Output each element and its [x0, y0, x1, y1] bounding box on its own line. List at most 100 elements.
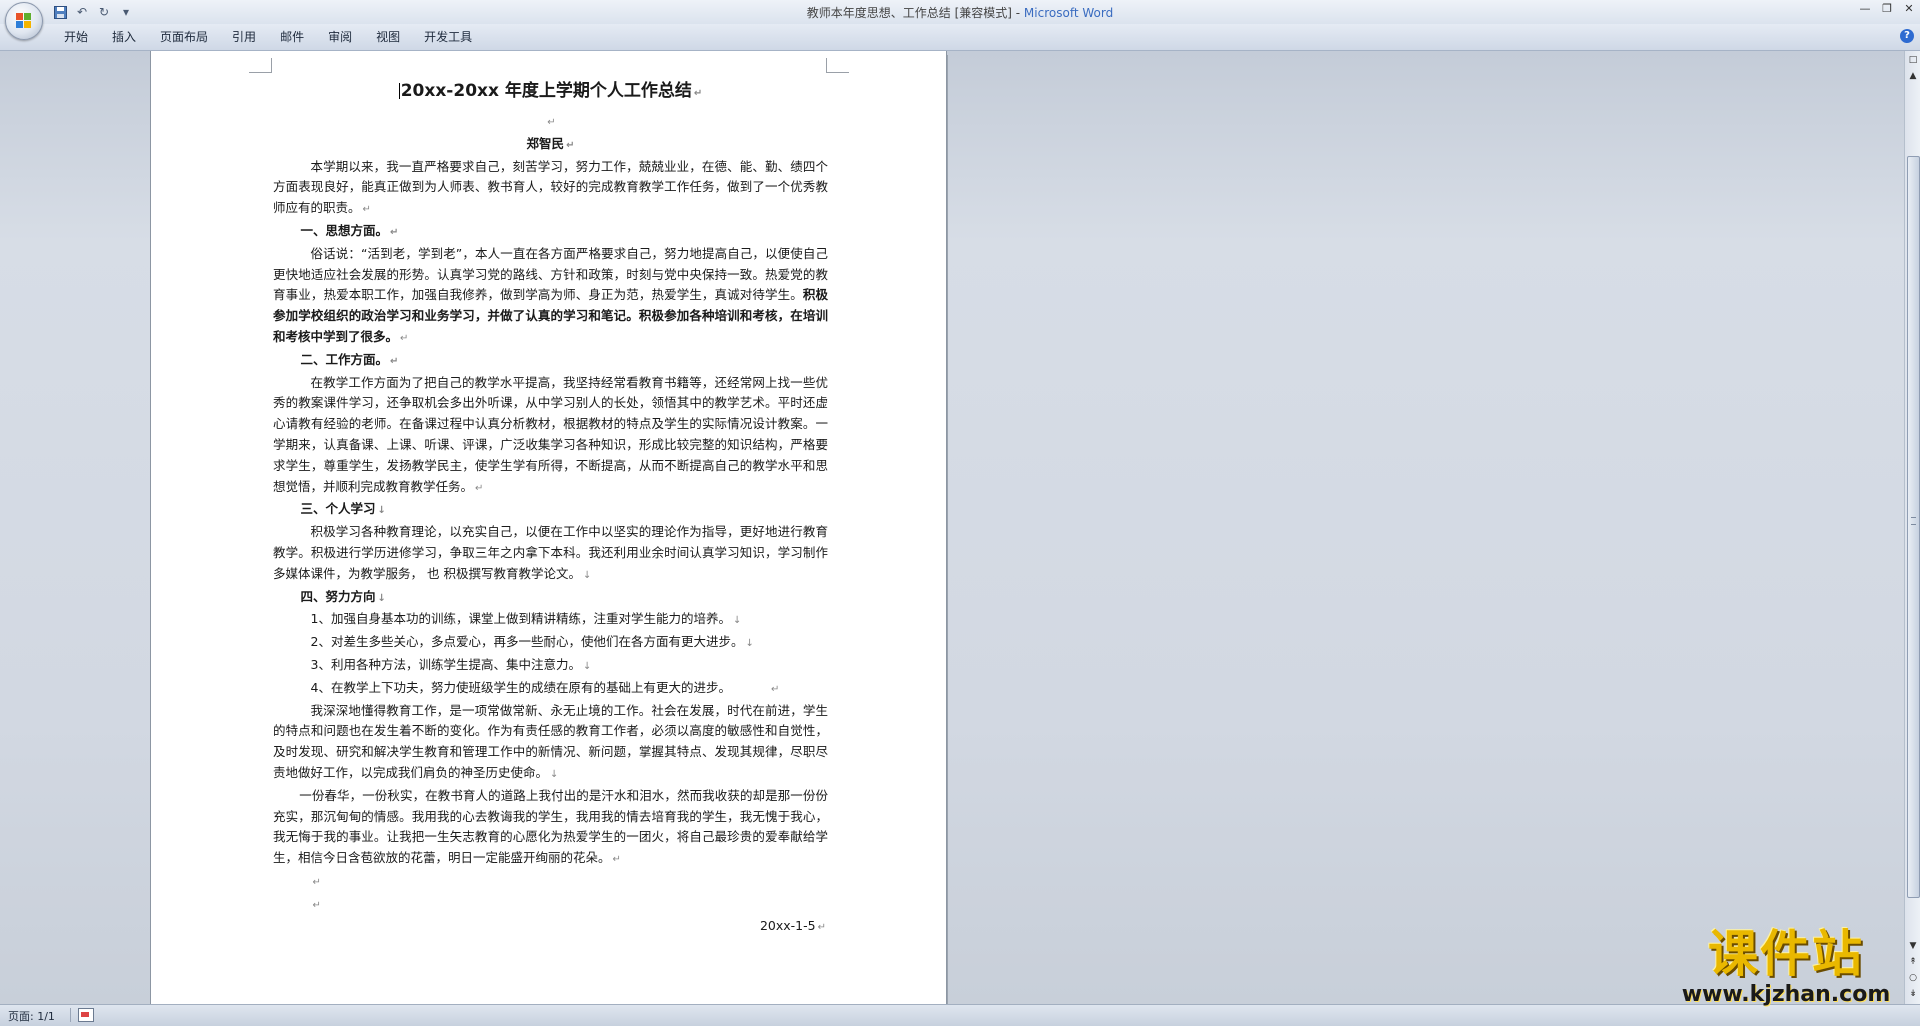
watermark-title: 课件站 — [1708, 925, 1864, 983]
list-item-text: 1、加强自身基本功的训练，课堂上做到精讲精练，注重对学生能力的培养。 — [310, 611, 731, 627]
macro-record-icon[interactable] — [78, 1008, 94, 1022]
list-item-text: 2、对差生多些关心，多点爱心，再多一些耐心，使他们在各方面有更大进步。 — [310, 634, 744, 650]
scroll-down-button[interactable]: ▼ — [1906, 939, 1920, 953]
line-break-mark: ↓ — [377, 505, 386, 517]
section2-paragraph: 在教学工作方面为了把自己的教学水平提高，我坚持经常看教育书籍等，还经常网上找一些… — [273, 373, 828, 500]
ruler-icon: □ — [1908, 55, 1918, 65]
line-break-mark: ↓ — [732, 615, 742, 627]
section1-heading-line: 一、思想方面。 ↵ — [273, 221, 828, 244]
minimize-icon: — — [1859, 2, 1871, 15]
paragraph-mark: ↵ — [362, 204, 371, 216]
section3-heading-line: 三、个人学习 ↓ — [273, 499, 828, 522]
intro-text: 本学期以来，我一直严格要求自己，刻苦学习，努力工作，兢兢业业，在德、能、勤、绩四… — [273, 158, 828, 216]
office-button[interactable] — [5, 2, 43, 40]
line-break-mark: ↓ — [582, 569, 592, 581]
doc-date: 20xx-1-5 — [759, 918, 816, 934]
grip-icon — [1911, 517, 1916, 525]
tab-references[interactable]: 引用 — [220, 29, 268, 45]
intro-paragraph: 本学期以来，我一直严格要求自己，刻苦学习，努力工作，兢兢业业，在德、能、勤、绩四… — [273, 157, 828, 221]
previous-page-button[interactable]: ↟ — [1906, 955, 1920, 969]
paragraph-mark: ↵ — [612, 854, 621, 866]
close-icon: ✕ — [1904, 2, 1914, 15]
restore-icon: ❐ — [1882, 2, 1892, 15]
status-bar: 页面: 1/1 — [0, 1004, 1920, 1026]
section2-text: 在教学工作方面为了把自己的教学水平提高，我坚持经常看教育书籍等，还经常网上找一些… — [273, 374, 828, 494]
restore-button[interactable]: ❐ — [1880, 2, 1894, 16]
line-break-mark: ↓ — [745, 638, 754, 650]
empty-line: ↵ — [273, 894, 828, 917]
crop-mark-right — [826, 58, 849, 73]
page-count[interactable]: 页面: 1/1 — [8, 1008, 55, 1024]
empty-line: ↵ — [273, 871, 828, 894]
line-break-mark: ↓ — [377, 592, 386, 604]
paragraph-mark: ↵ — [770, 683, 780, 695]
window-controls: — ❐ ✕ — [1858, 2, 1916, 16]
circle-icon: ○ — [1909, 973, 1917, 983]
vertical-scrollbar[interactable]: □ ▲ ▼ ↟ ○ ↡ — [1904, 51, 1920, 1004]
browse-object-button[interactable]: ○ — [1906, 971, 1920, 985]
author-line: 郑智民 ↵ — [273, 134, 828, 157]
empty-line: ↵ — [273, 111, 828, 134]
list-item: 1、加强自身基本功的训练，课堂上做到精讲精练，注重对学生能力的培养。 ↓ — [273, 609, 828, 632]
arrow-down-icon: ▼ — [1909, 941, 1917, 951]
status-divider — [70, 1008, 71, 1022]
section3-paragraph: 积极学习各种教育理论，以充实自己，以便在工作中以坚实的理论作为指导，更好地进行教… — [273, 522, 828, 586]
doc-title: 20xx-20xx 年度上学期个人工作总结 — [400, 81, 692, 101]
list-item-text: 3、利用各种方法，训练学生提高、集中注意力。 — [310, 656, 581, 672]
paragraph-mark: ↵ — [475, 482, 484, 494]
watermark-logo: 课件站 www.kjzhan.com — [1666, 925, 1906, 1007]
next-page-button[interactable]: ↡ — [1906, 987, 1920, 1001]
tab-mailings[interactable]: 邮件 — [268, 29, 316, 45]
tab-page-layout[interactable]: 页面布局 — [148, 29, 220, 45]
section3-heading: 三、个人学习 — [300, 501, 376, 517]
office-logo-icon — [16, 13, 32, 29]
closing-paragraph-1: 我深深地懂得教育工作，是一项常做常新、永无止境的工作。社会在发展，时代在前进，学… — [273, 701, 828, 786]
paragraph-mark: ↵ — [400, 332, 409, 344]
paragraph-mark: ↵ — [312, 899, 321, 911]
paragraph-mark: ↵ — [312, 876, 321, 888]
document-body[interactable]: 20xx-20xx 年度上学期个人工作总结 ↵ ↵ 郑智民 ↵ 本学期以来，我一直严… — [273, 77, 828, 939]
tab-home[interactable]: 开始 — [52, 29, 100, 45]
section3-text: 积极学习各种教育理论，以充实自己，以便在工作中以坚实的理论作为指导，更好地进行教… — [273, 524, 828, 581]
paragraph-mark: ↵ — [547, 117, 556, 128]
section2-heading: 二、工作方面。 — [300, 351, 389, 367]
paragraph-mark: ↵ — [566, 139, 575, 151]
date-line: 20xx-1-5 ↵ — [273, 916, 828, 939]
section4-heading: 四、努力方向 — [300, 588, 376, 604]
title-bar: ↶ ↻ ▾ 教师本年度思想、工作总结 [兼容模式] - Microsoft Wo… — [0, 0, 1920, 40]
tab-review[interactable]: 审阅 — [316, 29, 364, 45]
closing-paragraph-2: 一份春华，一份秋实，在教书育人的道路上我付出的是汗水和泪水，然而我收获的却是那一… — [273, 786, 828, 871]
document-page[interactable]: 20xx-20xx 年度上学期个人工作总结 ↵ ↵ 郑智民 ↵ 本学期以来，我一直严… — [150, 51, 947, 1004]
list-item: 2、对差生多些关心，多点爱心，再多一些耐心，使他们在各方面有更大进步。 ↓ — [273, 632, 828, 655]
closing2-text: 一份春华，一份秋实，在教书育人的道路上我付出的是汗水和泪水，然而我收获的却是那一… — [273, 787, 828, 866]
minimize-button[interactable]: — — [1858, 2, 1872, 16]
list-item: 3、利用各种方法，训练学生提高、集中注意力。 ↓ — [273, 655, 828, 678]
window-title: 教师本年度思想、工作总结 [兼容模式] - Microsoft Word — [0, 4, 1920, 21]
help-button[interactable]: ? — [1900, 29, 1914, 43]
section2-heading-line: 二、工作方面。 ↵ — [273, 350, 828, 373]
paragraph-mark: ↵ — [390, 355, 399, 367]
ruler-toggle-button[interactable]: □ — [1906, 53, 1920, 67]
scroll-up-button[interactable]: ▲ — [1906, 69, 1920, 83]
close-button[interactable]: ✕ — [1902, 2, 1916, 16]
scrollbar-thumb[interactable] — [1907, 156, 1920, 898]
tab-developer[interactable]: 开发工具 — [412, 29, 484, 45]
tab-view[interactable]: 视图 — [364, 29, 412, 45]
paragraph-mark: ↵ — [817, 922, 826, 934]
arrow-up-icon: ▲ — [1909, 71, 1917, 81]
line-break-mark: ↓ — [582, 660, 592, 672]
list-item: 4、在教学上下功夫，努力使班级学生的成绩在原有的基础上有更大的进步。 ↵ — [273, 678, 828, 701]
document-name: 教师本年度思想、工作总结 [兼容模式] - — [806, 6, 1024, 20]
section1-text: 俗话说：“活到老，学到老”，本人一直在各方面严格要求自己，努力地提高自己，以便使… — [273, 245, 828, 303]
line-break-mark: ↓ — [550, 768, 559, 780]
section1-paragraph: 俗话说：“活到老，学到老”，本人一直在各方面严格要求自己，努力地提高自己，以便使… — [273, 244, 828, 350]
document-workspace: 20xx-20xx 年度上学期个人工作总结 ↵ ↵ 郑智民 ↵ 本学期以来，我一直严… — [0, 51, 1904, 1004]
section4-heading-line: 四、努力方向 ↓ — [273, 587, 828, 610]
paragraph-mark: ↵ — [693, 88, 703, 99]
tab-insert[interactable]: 插入 — [100, 29, 148, 45]
doc-title-line: 20xx-20xx 年度上学期个人工作总结 ↵ — [273, 77, 828, 108]
section1-heading: 一、思想方面。 — [300, 222, 389, 238]
author-name: 郑智民 — [526, 135, 565, 151]
double-up-icon: ↟ — [1909, 957, 1917, 967]
ribbon-tab-bar: 开始 插入 页面布局 引用 邮件 审阅 视图 开发工具 ? — [0, 24, 1920, 51]
